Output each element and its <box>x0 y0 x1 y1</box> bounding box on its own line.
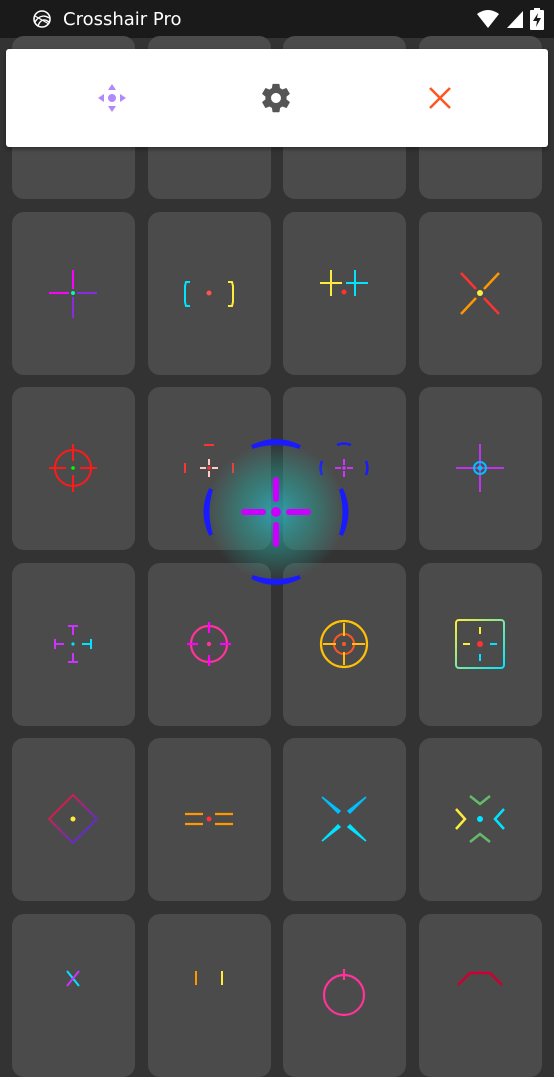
crosshair-tile-square-dot[interactable] <box>419 563 542 726</box>
crosshair-tile-double-circle[interactable] <box>283 563 406 726</box>
crosshair-tile-x-dot[interactable] <box>419 212 542 375</box>
circle-scope-crosshair-icon <box>49 444 97 492</box>
partial-x-crosshair-icon <box>66 970 80 987</box>
crosshair-tile-partial-circle[interactable] <box>283 914 406 1077</box>
square-dot-crosshair-icon <box>455 619 505 669</box>
overlay-toolbar <box>6 49 548 147</box>
crosshair-tile-brackets-dot[interactable] <box>148 212 271 375</box>
crosshair-tile-circle-scope[interactable] <box>12 387 135 550</box>
crosshair-tile-double-dash[interactable] <box>148 738 271 901</box>
crosshair-tile-double-bar[interactable] <box>283 212 406 375</box>
arc-plus-crosshair-icon <box>203 439 349 585</box>
floating-crosshair-preview[interactable] <box>201 437 351 587</box>
partial-bars-crosshair-icon <box>195 971 223 985</box>
x-dot-crosshair-icon <box>460 272 500 315</box>
close-button[interactable] <box>420 78 460 118</box>
crosshair-tile-diamond-dot[interactable] <box>12 738 135 901</box>
chevron-x-crosshair-icon <box>455 795 505 843</box>
move-arrows-icon <box>98 84 126 112</box>
crosshair-tile-target-plus[interactable] <box>419 387 542 550</box>
crosshair-tile-circle-plus[interactable] <box>148 563 271 726</box>
brackets-dot-crosshair-icon <box>184 281 234 307</box>
crosshair-tile-t-arrows[interactable] <box>12 563 135 726</box>
target-plus-crosshair-icon <box>456 444 504 492</box>
t-arrows-crosshair-icon <box>54 625 92 663</box>
partial-chevron-crosshair-icon <box>457 971 503 986</box>
diamond-dot-crosshair-icon <box>48 794 98 844</box>
settings-button[interactable] <box>256 78 296 118</box>
crosshair-tile-partial-x[interactable] <box>12 914 135 1077</box>
double-bar-crosshair-icon <box>320 270 368 296</box>
close-icon <box>429 87 451 109</box>
slant-x-crosshair-icon <box>321 796 367 842</box>
crosshair-tile-slant-x[interactable] <box>283 738 406 901</box>
double-circle-crosshair-icon <box>319 619 369 669</box>
circle-plus-crosshair-icon <box>187 622 231 666</box>
crosshair-tile-chevron-x[interactable] <box>419 738 542 901</box>
partial-circle-crosshair-icon <box>322 969 366 1017</box>
crosshair-tile-partial-chevron[interactable] <box>419 914 542 1077</box>
double-dash-crosshair-icon <box>185 812 233 826</box>
plus-dot-crosshair-icon <box>49 270 97 318</box>
gear-icon <box>262 83 290 113</box>
crosshair-tile-partial-bars[interactable] <box>148 914 271 1077</box>
crosshair-tile-plus-dot[interactable] <box>12 212 135 375</box>
move-button[interactable] <box>92 78 132 118</box>
